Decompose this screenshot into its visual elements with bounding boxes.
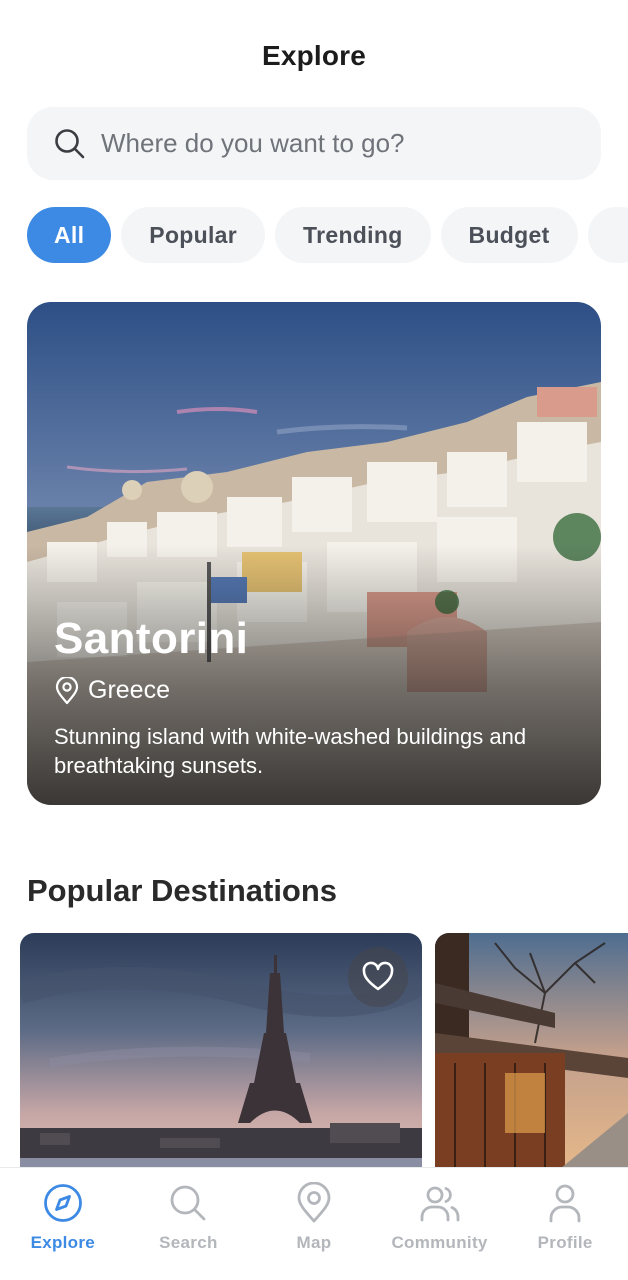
- compass-icon: [43, 1184, 82, 1222]
- featured-location-label: Greece: [88, 676, 170, 704]
- nav-label-community: Community: [391, 1233, 488, 1252]
- nav-label-search: Search: [159, 1233, 218, 1252]
- heart-icon: [362, 961, 394, 991]
- section-title-popular: Popular Destinations: [27, 873, 338, 908]
- search-bar[interactable]: [27, 107, 601, 180]
- users-icon: [420, 1186, 459, 1222]
- nav-item-explore[interactable]: Explore: [0, 1168, 126, 1280]
- search-input[interactable]: [101, 128, 561, 159]
- search-icon: [170, 1185, 206, 1221]
- map-pin-icon: [297, 1182, 331, 1223]
- featured-destination-card[interactable]: Santorini Greece Stunning island with wh…: [27, 302, 601, 805]
- nav-label-explore: Explore: [30, 1233, 96, 1252]
- filter-chip-trending[interactable]: Trending: [275, 207, 431, 263]
- filter-chip-budget[interactable]: Budget: [440, 207, 578, 263]
- nav-item-search[interactable]: Search: [126, 1168, 252, 1280]
- featured-location: Greece: [54, 676, 170, 705]
- bottom-navigation: Explore Search Map Community Profile: [0, 1167, 628, 1280]
- nav-label-profile: Profile: [537, 1233, 593, 1252]
- page-title: Explore: [261, 40, 367, 71]
- destination-card[interactable]: [435, 933, 628, 1173]
- nav-label-map: Map: [296, 1233, 332, 1252]
- map-pin-icon: [55, 676, 79, 704]
- filter-chip-all[interactable]: All: [27, 207, 112, 263]
- filter-chip-more[interactable]: [587, 207, 628, 263]
- filter-chips: All Popular Trending Budget: [27, 207, 628, 263]
- favorite-button[interactable]: [348, 947, 408, 1007]
- nav-item-community[interactable]: Community: [377, 1168, 503, 1280]
- search-icon: [55, 128, 85, 158]
- nav-item-map[interactable]: Map: [251, 1168, 377, 1280]
- filter-chip-popular[interactable]: Popular: [121, 207, 266, 263]
- kyoto-image: [435, 933, 628, 1173]
- nav-item-profile[interactable]: Profile: [502, 1168, 628, 1280]
- destination-card[interactable]: [20, 933, 422, 1173]
- user-icon: [549, 1184, 581, 1223]
- featured-title: Santorini: [54, 614, 249, 663]
- featured-description: Stunning island with white-washed buildi…: [54, 724, 527, 778]
